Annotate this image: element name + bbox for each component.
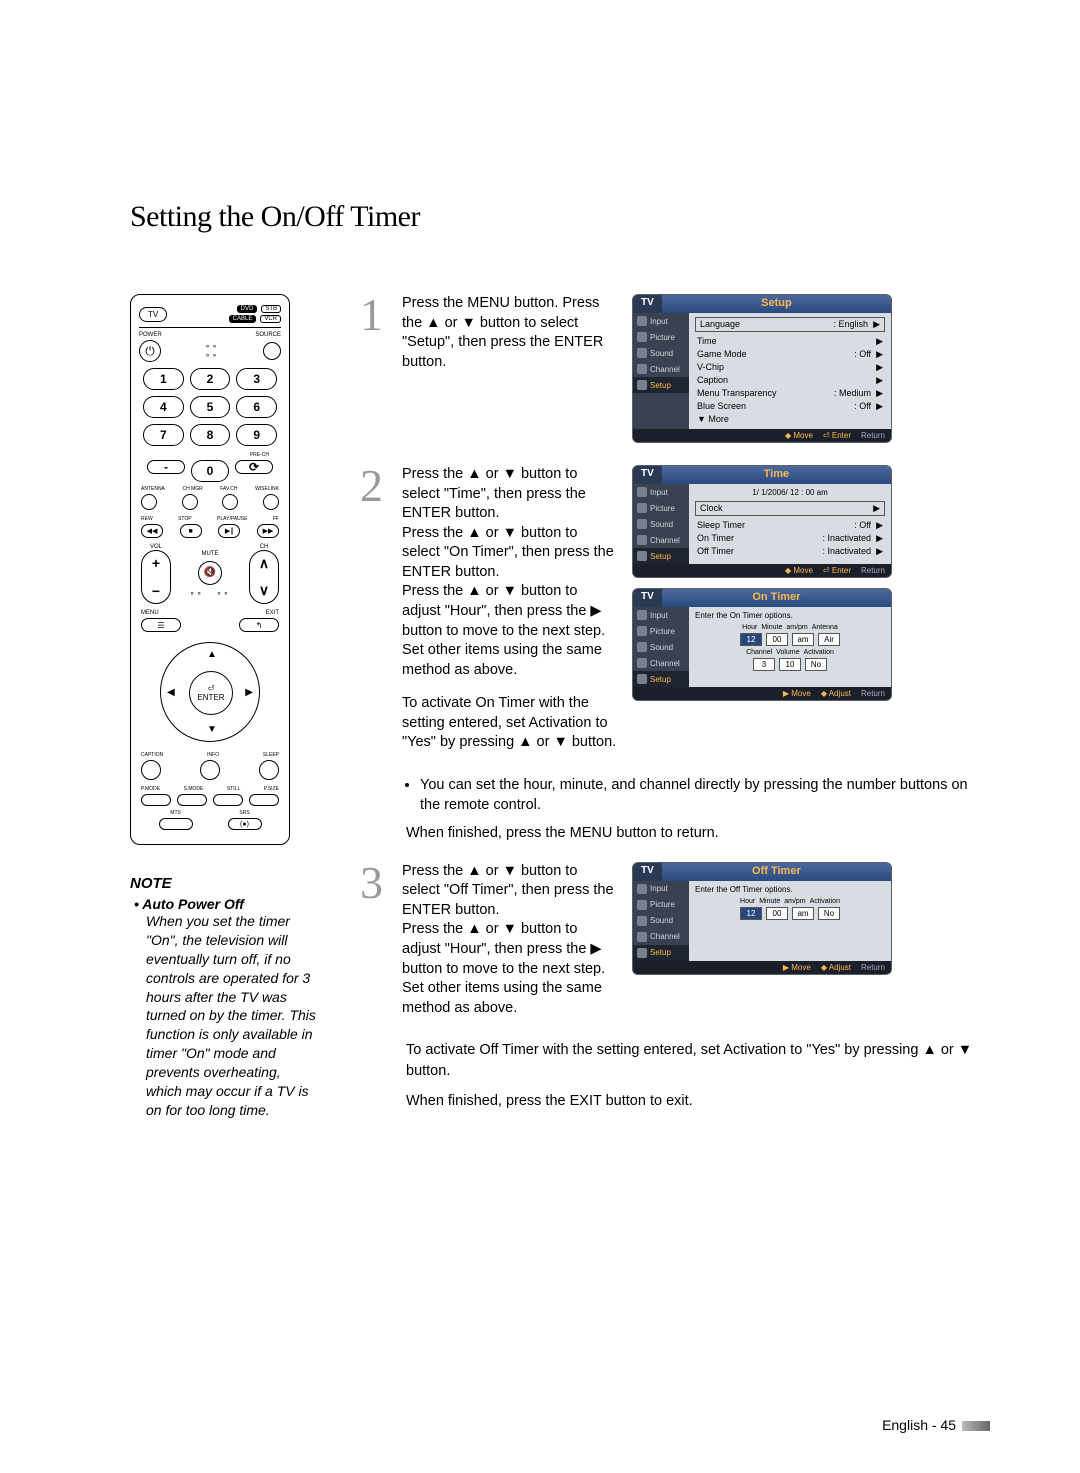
osd-on-timer: TVOn Timer Input Picture Sound Channel S… [632,588,892,701]
osd-off-timer: TVOff Timer Input Picture Sound Channel … [632,862,892,975]
page-footer: English - 45 [882,1417,990,1433]
step-2-text: Press the ▲ or ▼ button to select "Time"… [402,465,618,680]
step-number-1: 1 [360,294,394,335]
remote-exit-button: ↰ [239,618,279,632]
step-2: 2 Press the ▲ or ▼ button to select "Tim… [360,465,990,753]
remote-led-dots: ∘∘∘∘ [205,342,219,360]
remote-power-label: POWER [139,332,162,338]
remote-source-button [263,342,281,360]
step-2-bullets: You can set the hour, minute, and channe… [406,775,990,816]
note-heading: NOTE [130,875,320,892]
step-3-extra: To activate Off Timer with the setting e… [406,1040,990,1111]
fastforward-icon: ▶▶ [257,524,279,538]
remote-menu-button: ☰ [141,618,181,632]
note-section: NOTE • Auto Power Off When you set the t… [130,875,320,1120]
remote-source-label: SOURCE [255,332,281,338]
step-1-text: Press the MENU button. Press the ▲ or ▼ … [402,294,618,372]
stop-icon: ■ [180,524,202,538]
step-number-2: 2 [360,465,394,506]
rewind-icon: ◀◀ [141,524,163,538]
remote-control-illustration: TV DVD STB CABLE VCR POWER [130,294,290,845]
step-3: 3 Press the ▲ or ▼ button to select "Off… [360,862,990,1019]
remote-tv-chip: TV [139,307,167,322]
power-icon: ⏻ [139,340,161,362]
step-2-extra: To activate On Timer with the setting en… [402,694,618,753]
remote-vcr: VCR [260,315,281,323]
remote-channel-rocker: ∧∨ [249,550,279,604]
mute-icon: 🔇 [198,561,222,585]
note-sub: • Auto Power Off [134,896,320,912]
step-1: 1 Press the MENU button. Press the ▲ or … [360,294,990,443]
step-number-3: 3 [360,862,394,903]
step-3-text: Press the ▲ or ▼ button to select "Off T… [402,862,618,1019]
play-pause-icon: ▶∥ [218,524,240,538]
note-body: When you set the timer "On", the televis… [146,912,320,1120]
remote-cable: CABLE [229,315,257,323]
remote-dpad: ▲▼◀▶ ⏎ENTER [160,642,260,742]
step-2-finish: When finished, press the MENU button to … [406,823,990,843]
remote-stb: STB [261,305,281,313]
remote-prech-label: PRE-CH [139,452,269,458]
page-title: Setting the On/Off Timer [130,200,990,234]
remote-dvd: DVD [237,305,258,313]
remote-volume-rocker: +− [141,550,171,604]
remote-numpad: 1 2 3 4 5 6 7 8 9 [143,368,277,446]
osd-time: TVTime Input Picture Sound Channel Setup [632,465,892,578]
osd-setup: TVSetup Input Picture Sound Channel Setu… [632,294,892,443]
